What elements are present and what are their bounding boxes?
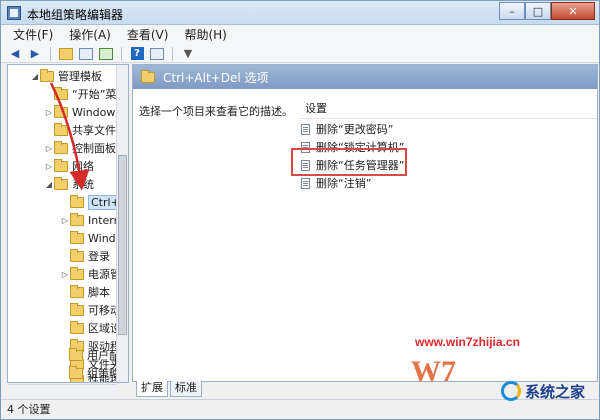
menu-help[interactable]: 帮助(H) <box>176 25 234 45</box>
tree-item-label: “开始”菜 <box>72 88 117 101</box>
maximize-button[interactable]: □ <box>525 2 551 20</box>
details-header: Ctrl+Alt+Del 选项 <box>133 65 597 89</box>
toolbar-separator <box>121 46 122 61</box>
watermark-logo-text: 系统之家 <box>525 383 586 401</box>
toolbar-separator <box>50 46 51 61</box>
tree-item-label: 网络 <box>72 160 94 173</box>
tree-horizontal-scrollbar[interactable] <box>8 384 116 396</box>
show-hide-tree-icon[interactable] <box>78 47 94 61</box>
toolbar: ◀ ▶ ? ▼ <box>1 45 599 63</box>
minimize-button[interactable]: – <box>499 2 525 20</box>
expand-icon[interactable]: ▷ <box>44 108 54 117</box>
tree-item-label: 登录 <box>88 250 110 263</box>
tree-item-removable[interactable]: 可移动 <box>60 301 121 319</box>
watermark-url: www.win7zhijia.cn <box>415 335 520 349</box>
folder-icon <box>141 69 155 83</box>
properties-icon[interactable] <box>149 47 165 61</box>
tab-standard[interactable]: 标准 <box>170 381 202 397</box>
details-title: Ctrl+Alt+Del 选项 <box>163 70 269 85</box>
tree-item-label: 系统 <box>72 178 94 191</box>
policy-setting-icon <box>301 123 310 135</box>
menu-action[interactable]: 操作(A) <box>61 25 119 45</box>
toolbar-separator <box>172 46 173 61</box>
column-header-setting[interactable]: 设置 <box>299 99 597 119</box>
up-folder-icon[interactable] <box>58 47 74 61</box>
collapse-icon[interactable]: ◢ <box>30 72 40 81</box>
tree-item-shared-folders[interactable]: 共享文件夹 <box>44 121 127 139</box>
filter-icon[interactable]: ▼ <box>180 47 196 61</box>
folder-icon <box>69 365 83 379</box>
details-pane: Ctrl+Alt+Del 选项 选择一个项目来查看它的描述。 设置 删除“更改密… <box>132 64 598 382</box>
menu-file[interactable]: 文件(F) <box>5 25 61 45</box>
group-policy-editor-window: 本地组策略编辑器 – □ ✕ 文件(F) 操作(A) 查看(V) 帮助(H) ◀… <box>0 0 600 420</box>
tree-item-power[interactable]: ▷ 电源管 <box>60 265 121 283</box>
expand-icon[interactable]: ▷ <box>44 144 54 153</box>
watermark-w7: W7 <box>411 355 456 388</box>
folder-icon <box>54 176 68 190</box>
tree-item-label: Windows <box>72 105 122 119</box>
help-icon[interactable]: ? <box>129 47 145 61</box>
policy-setting-icon <box>301 177 310 189</box>
folder-icon <box>54 86 68 100</box>
tree-item-logon[interactable]: 登录 <box>60 247 110 265</box>
setting-label: 删除“更改密码” <box>316 123 394 136</box>
expand-icon[interactable]: ▷ <box>44 162 54 171</box>
back-icon[interactable]: ◀ <box>7 47 23 61</box>
tree-item-internet[interactable]: ▷ Intern <box>60 211 121 229</box>
folder-icon <box>54 140 68 154</box>
export-list-icon[interactable] <box>98 47 114 61</box>
setting-label: 删除“注销” <box>316 177 372 190</box>
forward-icon[interactable]: ▶ <box>27 47 43 61</box>
tab-extended[interactable]: 扩展 <box>136 381 168 397</box>
tree-item-group-policy[interactable]: 组策略 <box>59 364 120 382</box>
tree-item-windows-components[interactable]: ▷ Windows <box>44 103 121 121</box>
tree-item-label: 管理模板 <box>58 70 102 83</box>
caption-buttons: – □ ✕ <box>499 2 595 20</box>
tree-item-system[interactable]: ◢ 系统 <box>44 175 94 193</box>
folder-icon <box>70 212 84 226</box>
folder-icon <box>70 248 84 262</box>
folder-icon <box>54 122 68 136</box>
folder-icon <box>54 104 68 118</box>
scroll-thumb[interactable] <box>118 155 127 335</box>
view-tabs: 扩展 标准 <box>136 381 202 397</box>
folder-icon <box>40 68 54 82</box>
folder-icon <box>69 347 83 361</box>
tree-item-label: 脚本 <box>88 286 110 299</box>
tree-item-scripts[interactable]: 脚本 <box>60 283 110 301</box>
tree-vertical-scrollbar[interactable] <box>116 65 128 382</box>
tree-item-start-menu[interactable]: “开始”菜 <box>44 85 116 103</box>
folder-icon <box>54 158 68 172</box>
folder-icon <box>70 320 84 334</box>
tree-item-admin-templates[interactable]: ◢ 管理模板 <box>30 67 102 85</box>
policy-tree[interactable]: ◢ 管理模板 “开始”菜 ▷ Windows 共享文件夹 ▷ 控制面板 ▷ 网络 <box>7 64 129 383</box>
app-icon <box>7 6 21 20</box>
expand-icon[interactable]: ▷ <box>60 216 70 225</box>
tree-item-control-panel[interactable]: ▷ 控制面板 <box>44 139 116 157</box>
folder-icon <box>70 284 84 298</box>
logo-circle-icon <box>501 381 521 401</box>
tree-item-label: 控制面板 <box>72 142 116 155</box>
tree-item-network[interactable]: ▷ 网络 <box>44 157 94 175</box>
menu-bar: 文件(F) 操作(A) 查看(V) 帮助(H) <box>1 25 599 45</box>
folder-icon <box>70 194 84 208</box>
close-button[interactable]: ✕ <box>551 2 595 20</box>
menu-view[interactable]: 查看(V) <box>119 25 177 45</box>
setting-remove-logoff[interactable]: 删除“注销” <box>301 174 371 192</box>
highlight-annotation-box <box>291 148 407 176</box>
setting-remove-change-password[interactable]: 删除“更改密码” <box>301 120 393 138</box>
title-bar[interactable]: 本地组策略编辑器 – □ ✕ <box>1 1 599 25</box>
folder-icon <box>70 230 84 244</box>
watermark-logo: 系统之家 <box>501 379 593 403</box>
collapse-icon[interactable]: ◢ <box>44 180 54 189</box>
window-title: 本地组策略编辑器 <box>27 8 124 22</box>
expand-icon[interactable]: ▷ <box>60 270 70 279</box>
folder-icon <box>70 302 84 316</box>
tree-item-locale[interactable]: 区域设 <box>60 319 121 337</box>
folder-icon <box>70 266 84 280</box>
description-text: 选择一个项目来查看它的描述。 <box>139 105 293 118</box>
tree-item-user-profiles[interactable]: 用户配 <box>59 346 120 364</box>
tree-item-windows-file[interactable]: Windo <box>60 229 122 247</box>
